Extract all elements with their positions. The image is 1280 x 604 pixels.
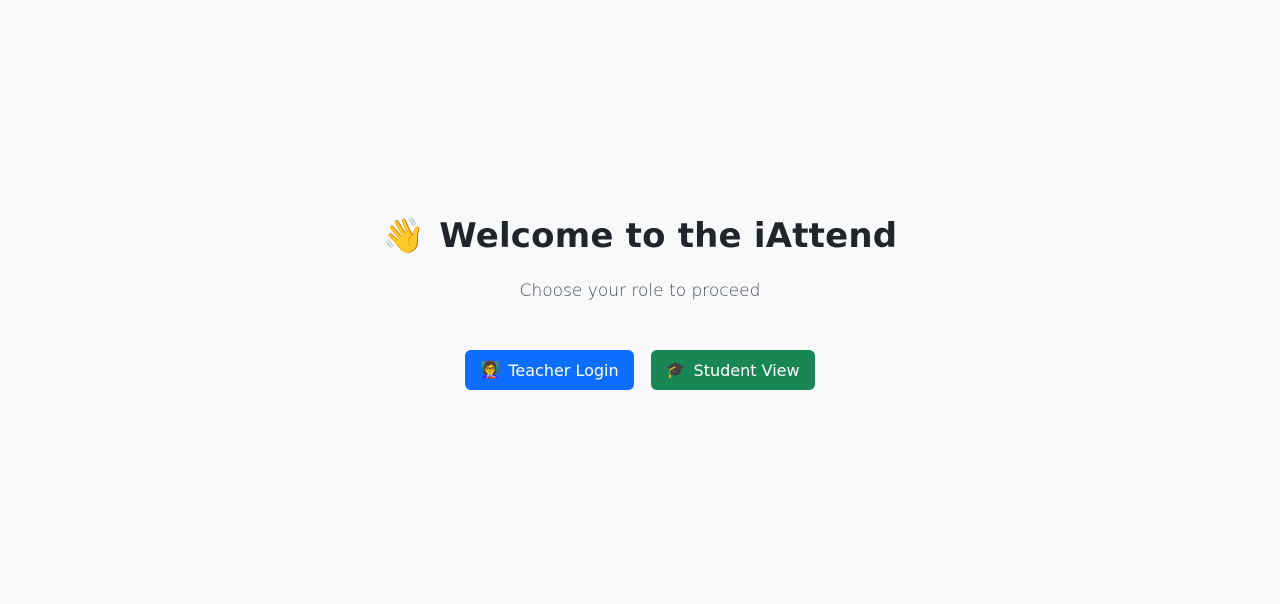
landing-page: 👋 Welcome to the iAttend Choose your rol… <box>0 0 1280 604</box>
page-subtitle: Choose your role to proceed <box>519 281 761 301</box>
student-view-label: Student View <box>693 360 800 380</box>
teacher-icon: 👩‍🏫 <box>480 360 501 379</box>
role-actions: 👩‍🏫 Teacher Login 🎓 Student View <box>0 350 1280 390</box>
graduation-cap-icon: 🎓 <box>665 360 686 379</box>
hero-section: 👋 Welcome to the iAttend Choose your rol… <box>0 214 1280 390</box>
page-title: 👋 Welcome to the iAttend <box>383 214 898 258</box>
teacher-login-label: Teacher Login <box>508 360 619 380</box>
student-view-button[interactable]: 🎓 Student View <box>650 350 815 390</box>
page-title-text: Welcome to the iAttend <box>439 216 898 256</box>
waving-hand-icon: 👋 <box>382 216 426 256</box>
teacher-login-button[interactable]: 👩‍🏫 Teacher Login <box>465 350 634 390</box>
